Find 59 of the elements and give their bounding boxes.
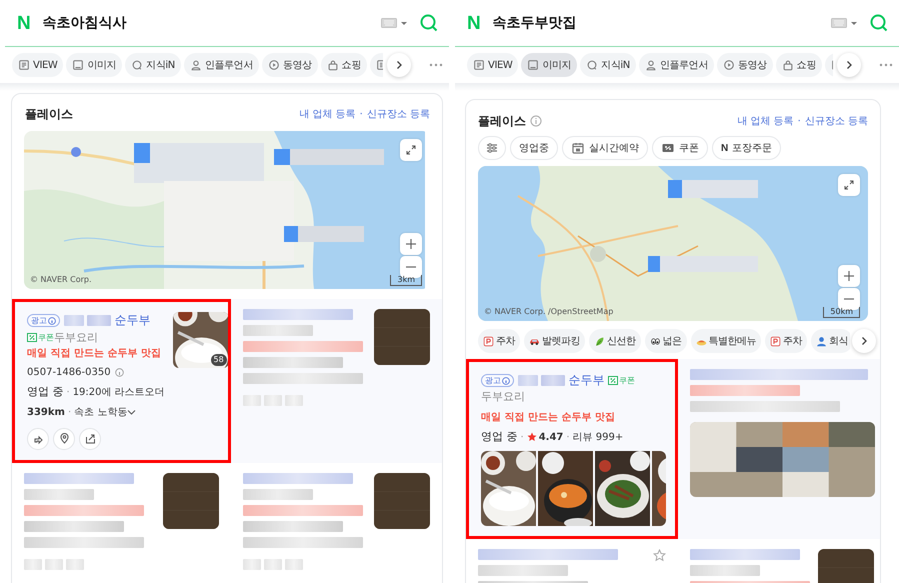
keyword-chip[interactable]: 특별한메뉴 (690, 329, 761, 353)
filter-chip[interactable]: 쿠폰 (652, 136, 708, 160)
separator-dot: · (520, 430, 524, 445)
section-title: 플레이스 (478, 113, 526, 130)
ad-badge: 광고 (27, 314, 60, 328)
map-scale: 50km (823, 307, 860, 318)
status-text: 영업 중 (27, 385, 64, 398)
search-tab[interactable]: 동영상 (262, 53, 318, 77)
register-link[interactable]: 내 업체 등록 (737, 114, 794, 128)
map-credit: © NAVER Corp. (30, 274, 92, 286)
coupon-label: 쿠폰 (38, 332, 54, 344)
area-text[interactable]: 속초 노학동 (74, 404, 128, 420)
search-tab[interactable]: 이미지 (521, 53, 578, 77)
promo-text: 매일 직접 만드는 순두부 맛집 (27, 347, 162, 362)
keyword-chip[interactable]: 발렛파킹 (524, 329, 585, 353)
last-order-text: 19:20에 라스트오더 (72, 387, 165, 398)
place-name[interactable]: 순두부 (568, 373, 604, 387)
search-tab[interactable]: 지식iN (580, 53, 636, 77)
separator-dot: · (798, 114, 801, 128)
search-query[interactable]: 속초아침식사 (42, 12, 127, 34)
map-scale: 3km (390, 275, 422, 286)
separator-dot: · (566, 430, 570, 445)
keyword-chip[interactable]: 신선한 (589, 329, 640, 353)
keyword-chip[interactable]: 회식 (811, 329, 850, 353)
distance-text: 339km (27, 406, 65, 420)
register-link[interactable]: 내 업체 등록 (299, 106, 356, 122)
register-link[interactable]: 신규장소 등록 (366, 106, 430, 122)
filter-chip[interactable]: 영업중 (510, 136, 558, 160)
review-count[interactable]: 리뷰 999+ (572, 430, 624, 445)
rating-text: 4.47 (538, 430, 564, 445)
ad-badge: 광고 (481, 374, 514, 388)
keyword-chip[interactable]: 넓은 (644, 329, 686, 353)
map-credit: © NAVER Corp. /OpenStreetMap (484, 306, 614, 318)
search-tab[interactable]: 쇼핑 (776, 53, 822, 77)
phone-number[interactable]: 0507-1486-0350 (27, 365, 111, 380)
promo-text: 매일 직접 만드는 순두부 맛집 (481, 410, 616, 425)
search-tab[interactable]: 이미지 (66, 53, 122, 77)
filter-chip[interactable]: N 포장주문 (712, 136, 782, 160)
search-tab[interactable]: 지식iN (125, 53, 181, 77)
keyword-chip[interactable]: 주차 (478, 329, 520, 353)
search-tab[interactable]: 동영상 (716, 53, 773, 77)
register-link[interactable]: 신규장소 등록 (804, 114, 868, 128)
separator-dot: · (66, 387, 70, 398)
search-tab[interactable]: 쇼핑 (320, 53, 367, 77)
separator-dot: · (360, 108, 363, 122)
place-name[interactable]: 순두부 (114, 313, 150, 327)
search-tab[interactable]: VIEW (467, 53, 518, 77)
search-tab[interactable]: 인플루언서 (638, 53, 714, 77)
search-tab[interactable]: VIEW (12, 53, 64, 77)
status-text: 영업 중 (481, 428, 518, 445)
coupon-label: 쿠폰 (619, 375, 635, 388)
search-tab[interactable]: 인플루언서 (184, 53, 259, 77)
filter-chip[interactable]: 실시간예약 (562, 136, 648, 160)
category-label: 두부요리 (54, 331, 98, 344)
search-query[interactable]: 속초두부맛집 (492, 12, 577, 34)
separator-dot: · (68, 406, 72, 420)
section-title: 플레이스 (25, 106, 73, 123)
category-label: 두부요리 (481, 389, 526, 406)
keyword-chip[interactable]: 주차 (765, 329, 807, 353)
